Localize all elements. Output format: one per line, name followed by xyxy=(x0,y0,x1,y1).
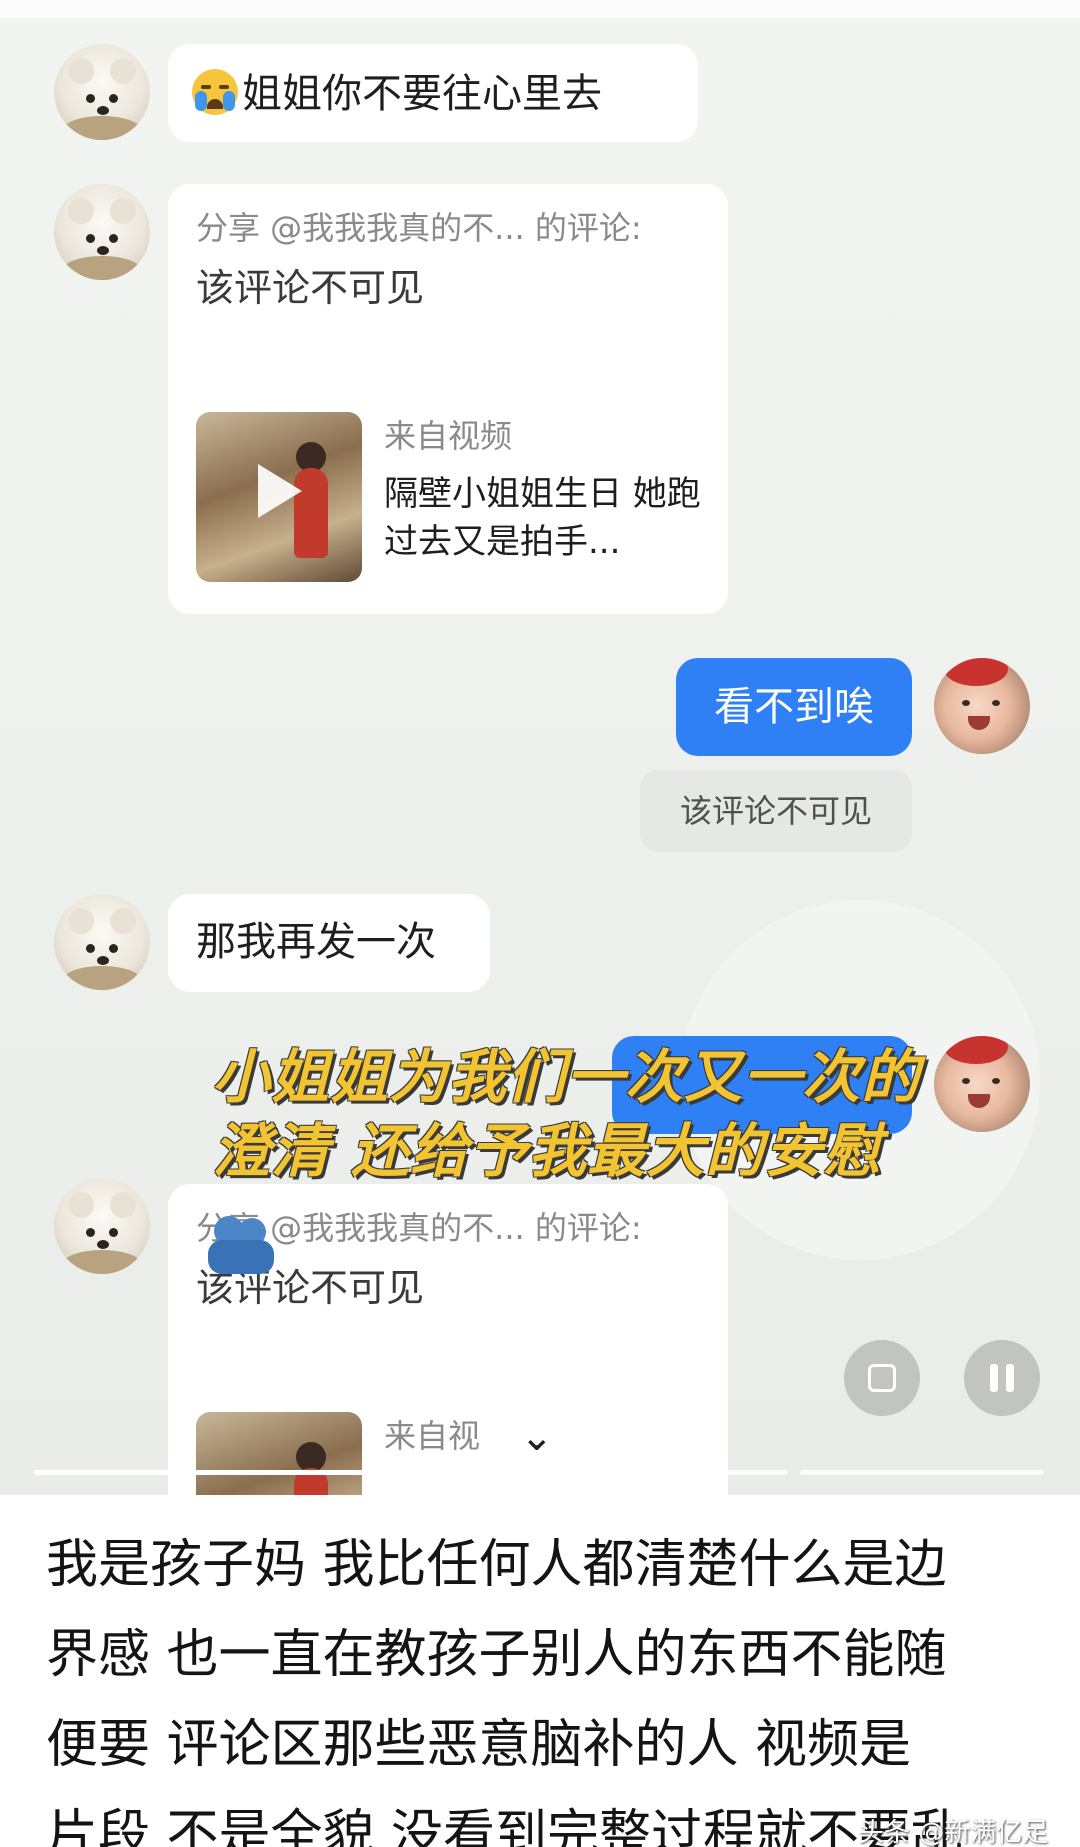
crying-emoji-icon xyxy=(192,69,238,115)
message-text: 那我再发一次 xyxy=(196,919,436,965)
pause-button[interactable] xyxy=(964,1340,1040,1416)
progress-segment xyxy=(34,1470,528,1475)
chevron-down-icon[interactable]: ⌄ xyxy=(520,1414,554,1460)
progress-segment xyxy=(800,1470,1044,1475)
chat-screenshot: 姐姐你不要往心里去 分享 @我我我真的不... 的评论: 该评论不可见 来自视频… xyxy=(0,0,1080,1495)
source-watermark: 头条 @新满亿足 xyxy=(858,1818,1049,1847)
progress-segment xyxy=(542,1470,788,1475)
post-line: 我是孩子妈 我比任何人都清楚什么是边 xyxy=(46,1535,947,1595)
post-line: 便要 评论区那些恶意脑补的人 视频是 xyxy=(46,1715,912,1775)
play-icon xyxy=(258,464,302,518)
video-source: 来自视频 xyxy=(384,417,513,455)
share-body: 该评论不可见 xyxy=(196,266,425,310)
outgoing-message-bubble[interactable]: 看不到唉 xyxy=(676,658,912,756)
scan-icon xyxy=(868,1364,896,1392)
video-title: 隔壁小姐姐生日 她跑过去又是拍手... xyxy=(384,474,701,562)
video-caption: 小姐姐为我们一次又一次的 澄清 还给予我最大的安慰 xyxy=(212,1040,932,1188)
video-thumbnail[interactable] xyxy=(196,412,362,582)
share-header: 分享 @我我我真的不... 的评论: xyxy=(196,209,642,247)
message-bubble[interactable]: 姐姐你不要往心里去 xyxy=(168,44,698,142)
message-text: 姐姐你不要往心里去 xyxy=(242,71,602,117)
video-preview[interactable]: 来自视频 隔壁小姐姐生日 她跑过去又是拍手... xyxy=(196,412,706,584)
post-body: 我是孩子妈 我比任何人都清楚什么是边 界感 也一直在教孩子别人的东西不能随 便要… xyxy=(46,1520,1056,1847)
hug-emoji-icon xyxy=(208,1216,278,1278)
post-line: 界感 也一直在教孩子别人的东西不能随 xyxy=(46,1625,947,1685)
message-bubble[interactable]: 那我再发一次 xyxy=(168,894,490,992)
caption-line-2: 澄清 还给予我最大的安慰 xyxy=(212,1117,883,1185)
quoted-hidden-comment: 该评论不可见 xyxy=(640,770,912,852)
top-bar xyxy=(0,0,1080,18)
avatar-dog[interactable] xyxy=(54,1178,150,1274)
scan-button[interactable] xyxy=(844,1340,920,1416)
avatar-baby[interactable] xyxy=(934,1036,1030,1132)
avatar-dog[interactable] xyxy=(54,44,150,140)
avatar-baby[interactable] xyxy=(934,658,1030,754)
pause-icon xyxy=(990,1364,998,1392)
video-thumbnail[interactable] xyxy=(196,1412,362,1495)
video-preview[interactable]: 来自视 xyxy=(196,1412,706,1495)
avatar-dog[interactable] xyxy=(54,894,150,990)
avatar-dog[interactable] xyxy=(54,184,150,280)
shared-comment-card[interactable]: 分享 @我我我真的不... 的评论: 该评论不可见 来自视频 隔壁小姐姐生日 她… xyxy=(168,184,728,614)
caption-line-1: 小姐姐为我们一次又一次的 xyxy=(212,1043,921,1111)
